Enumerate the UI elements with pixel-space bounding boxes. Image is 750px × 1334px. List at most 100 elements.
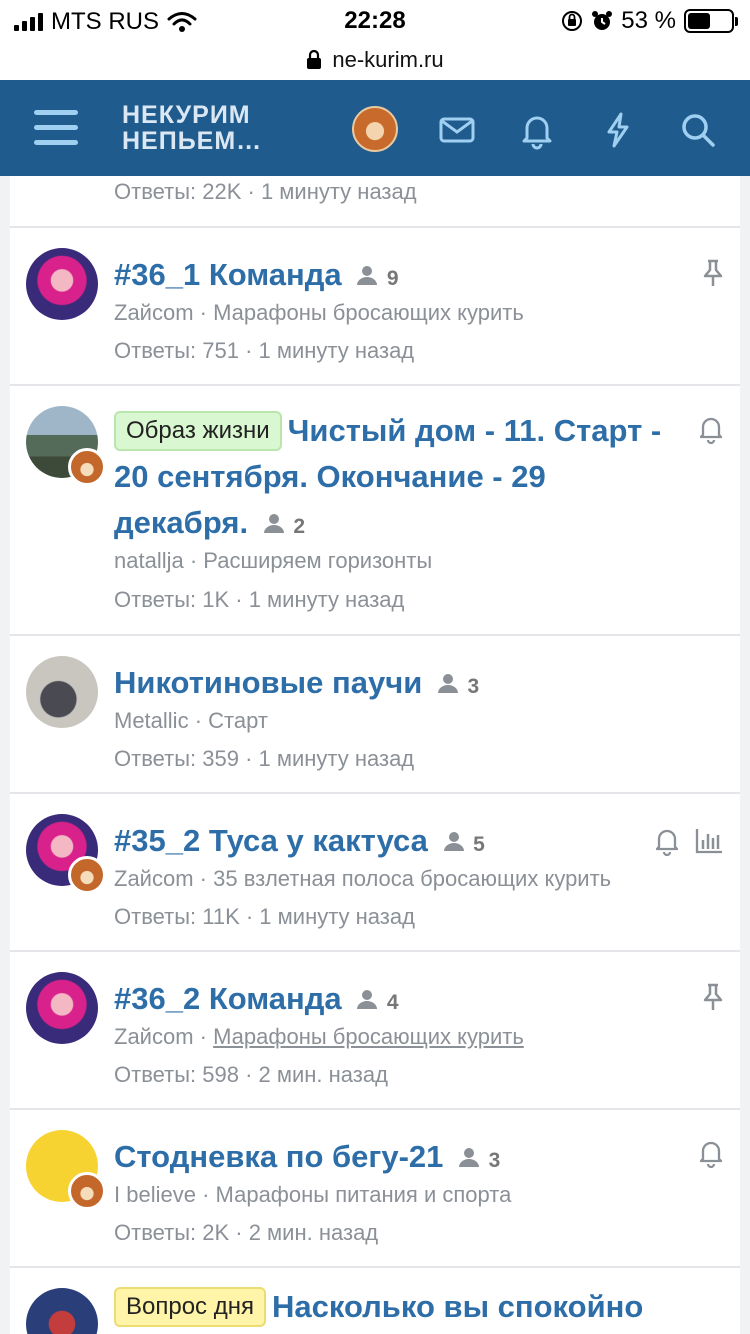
thread-author[interactable]: Zaйcom [114, 300, 194, 325]
thread-title[interactable]: Вопрос дня Насколько вы спокойно [114, 1284, 730, 1330]
thread-stats: Ответы: 751 · 1 минуту назад [114, 338, 415, 363]
participants-icon [437, 674, 458, 693]
lock-icon [307, 50, 322, 69]
thread-title-text[interactable]: Никотиновые паучи [114, 665, 422, 700]
url-bar[interactable]: ne-kurim.ru [0, 40, 750, 80]
prefix-tag[interactable]: Вопрос дня [114, 1287, 266, 1327]
thread-meta: Metallic · Старт [114, 708, 268, 734]
battery-percent: 53 % [621, 7, 676, 34]
thread-meta: I believe · Марафоны питания и спорта [114, 1182, 511, 1208]
thread-title-text[interactable]: Стодневка по бегу-21 [114, 1139, 443, 1174]
separator: · [194, 708, 209, 733]
last-poster-avatar[interactable] [68, 856, 106, 894]
participants-icon [357, 990, 378, 1009]
last-poster-avatar[interactable] [68, 448, 106, 486]
author-avatar[interactable] [26, 972, 98, 1044]
thread-stats: Ответы: 359 · 1 минуту назад [114, 746, 415, 771]
last-poster-avatar[interactable] [68, 1172, 106, 1210]
pin-icon [703, 259, 723, 286]
thread-title[interactable]: Никотиновые паучи 3 [114, 660, 670, 710]
author-avatar[interactable] [26, 248, 98, 320]
participants-count: 5 [473, 833, 485, 856]
participants-count: 3 [488, 1149, 501, 1172]
menu-icon[interactable] [34, 110, 78, 146]
thread-stats: Ответы: 598 · 2 мин. назад [114, 1062, 388, 1087]
thread-author[interactable]: Metallic [114, 708, 189, 733]
thread-forum[interactable]: 35 взлетная полоса бросающих курить [213, 866, 611, 891]
thread-title-text[interactable]: Насколько вы спокойно [272, 1289, 643, 1324]
participants-icon [459, 1148, 479, 1167]
orientation-lock-icon [562, 11, 583, 31]
user-avatar[interactable] [352, 106, 398, 152]
thread-forum[interactable]: Старт [208, 708, 268, 733]
battery-fill [688, 13, 710, 29]
thread-stats: Ответы: 11K · 1 минуту назад [114, 904, 415, 929]
thread-item[interactable]: #35_2 Туса у кактуса 5 Zaйcom · 35 взлет… [10, 794, 740, 952]
participants-icon [443, 832, 464, 851]
site-logo[interactable]: НЕКУРИМ НЕПЬЕМ… [122, 102, 262, 154]
participants-count: 9 [386, 267, 399, 290]
participants-count: 2 [293, 515, 305, 538]
thread-stats: Ответы: 2K · 2 мин. назад [114, 1220, 379, 1245]
thread-item[interactable]: Никотиновые паучи 3 Metallic · Старт Отв… [10, 636, 740, 794]
separator: · [199, 1024, 214, 1049]
thread-meta: Zaйcom · 35 взлетная полоса бросающих ку… [114, 866, 611, 892]
thread-item[interactable]: #36_2 Команда 4 Zaйcom · Марафоны бросаю… [10, 952, 740, 1110]
thread-item[interactable]: #36_1 Команда 9 Zaйcom · Марафоны бросаю… [10, 228, 740, 386]
mail-icon[interactable] [437, 110, 477, 150]
status-right: 53 % [561, 7, 738, 35]
bell-icon[interactable] [696, 414, 726, 444]
thread-title[interactable]: #36_1 Команда 9 [114, 252, 670, 302]
separator: · [189, 548, 204, 573]
thread-title-text[interactable]: #36_2 Команда [114, 981, 342, 1016]
thread-author[interactable]: Zaйcom [114, 866, 194, 891]
participants-icon [357, 266, 378, 285]
thread-stats: Ответы: 22K · 1 минуту назад [114, 179, 417, 204]
thread-forum[interactable]: Марафоны бросающих курить [213, 300, 524, 325]
bell-icon[interactable] [652, 826, 682, 856]
thread-item[interactable]: Вопрос дня Насколько вы спокойно [10, 1268, 740, 1334]
participants-count: 3 [467, 675, 480, 698]
thread-list: Ответы: 22K · 1 минуту назад #36_1 Коман… [10, 176, 740, 1334]
thread-title[interactable]: #36_2 Команда 4 [114, 976, 670, 1026]
author-avatar[interactable] [26, 656, 98, 728]
thread-meta: Zaйcom · Марафоны бросающих курить [114, 1024, 524, 1050]
thread-forum[interactable]: Марафоны бросающих курить [213, 1024, 524, 1049]
separator: · [199, 300, 214, 325]
thread-title[interactable]: #35_2 Туса у кактуса 5 [114, 818, 640, 868]
thread-forum[interactable]: Марафоны питания и спорта [216, 1182, 512, 1207]
thread-author[interactable]: Zaйcom [114, 1024, 194, 1049]
thread-title[interactable]: Образ жизни Чистый дом - 11. Старт - 20 с… [114, 408, 680, 550]
prefix-tag[interactable]: Образ жизни [114, 411, 282, 451]
author-avatar[interactable] [26, 1288, 98, 1334]
participants-count: 4 [386, 991, 399, 1014]
status-bar: MTS RUS 22:28 53 % [0, 0, 750, 40]
app-header: НЕКУРИМ НЕПЬЕМ… [0, 80, 750, 176]
thread-title-text[interactable]: #36_1 Команда [114, 257, 342, 292]
thread-item[interactable]: Ответы: 22K · 1 минуту назад [10, 176, 740, 228]
lightning-icon[interactable] [598, 110, 638, 150]
thread-item[interactable]: Образ жизни Чистый дом - 11. Старт - 20 с… [10, 386, 740, 636]
battery-icon [684, 9, 738, 33]
bell-icon[interactable] [696, 1138, 726, 1168]
logo-line-2: НЕПЬЕМ… [122, 127, 263, 155]
pin-icon [703, 983, 723, 1010]
search-icon[interactable] [678, 110, 718, 150]
separator: · [199, 866, 214, 891]
thread-forum[interactable]: Расширяем горизонты [203, 548, 432, 573]
thread-author[interactable]: I believe [114, 1182, 196, 1207]
separator: · [202, 1182, 216, 1207]
thread-stats: Ответы: 1K · 1 минуту назад [114, 587, 405, 612]
thread-title[interactable]: Стодневка по бегу-21 3 [114, 1134, 670, 1184]
participants-icon [263, 514, 284, 533]
thread-author[interactable]: natallja [114, 548, 184, 573]
thread-title-text[interactable]: #35_2 Туса у кактуса [114, 823, 428, 858]
thread-meta: Zaйcom · Марафоны бросающих курить [114, 300, 524, 326]
logo-line-1: НЕКУРИМ [122, 101, 251, 129]
alarm-icon [592, 11, 613, 30]
poll-icon[interactable] [694, 826, 724, 856]
thread-item[interactable]: Стодневка по бегу-21 3 I believe · Мараф… [10, 1110, 740, 1268]
thread-meta: natallja · Расширяем горизонты [114, 548, 432, 574]
bell-icon[interactable] [517, 110, 557, 150]
url-domain: ne-kurim.ru [332, 47, 444, 72]
